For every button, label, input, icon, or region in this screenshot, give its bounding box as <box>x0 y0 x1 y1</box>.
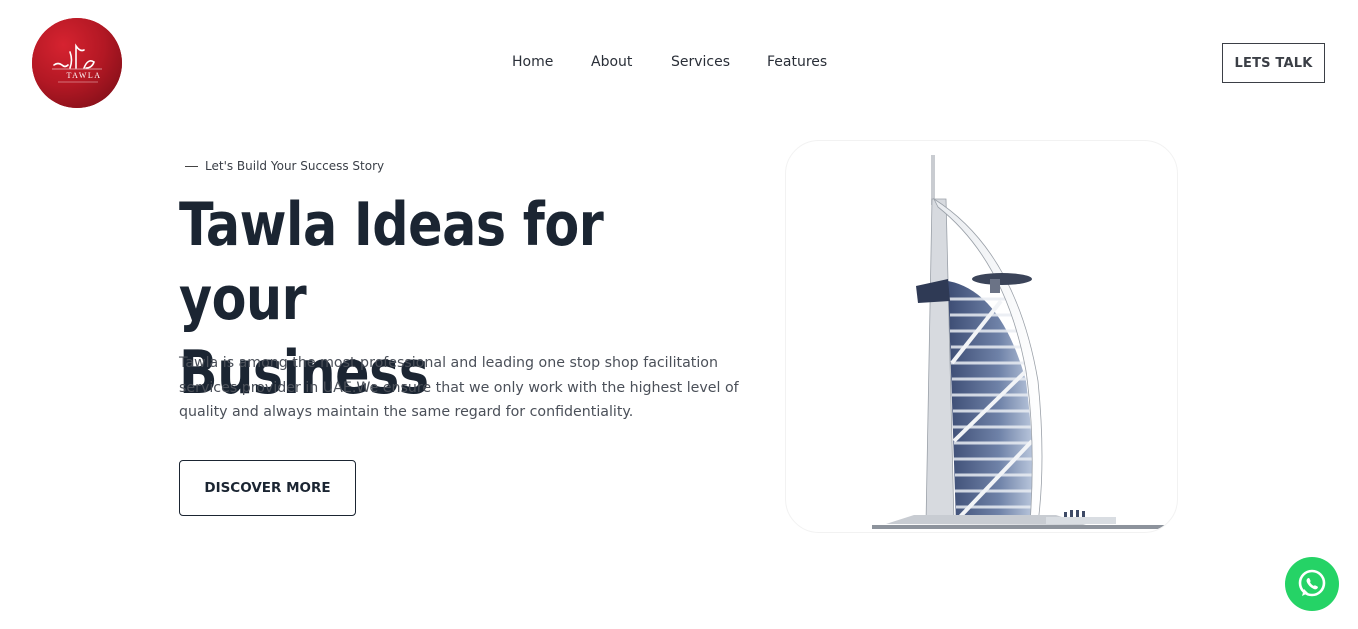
nav-home[interactable]: Home <box>512 52 591 72</box>
hero-description: Tawla is among the most professional and… <box>179 355 739 420</box>
logo-brand-text: TAWLA <box>66 71 102 80</box>
brand-logo[interactable]: TAWLA <box>32 18 122 108</box>
discover-more-button[interactable]: DISCOVER MORE <box>179 460 356 516</box>
burj-al-arab-illustration <box>872 155 1172 529</box>
tagline-dash <box>185 165 198 167</box>
main-nav: Home About Services Features <box>512 52 847 72</box>
whatsapp-icon <box>1298 569 1326 597</box>
hero-image <box>785 140 1178 533</box>
nav-about[interactable]: About <box>591 52 671 72</box>
lets-talk-button[interactable]: LETS TALK <box>1222 43 1325 83</box>
hero-title-line1: Tawla Ideas for your <box>179 190 604 334</box>
whatsapp-button[interactable] <box>1285 557 1339 611</box>
hero-tagline: Let's Build Your Success Story <box>185 159 384 173</box>
nav-features[interactable]: Features <box>767 52 847 72</box>
nav-services[interactable]: Services <box>671 52 767 72</box>
tagline-text: Let's Build Your Success Story <box>205 159 385 173</box>
logo-mark <box>32 18 122 108</box>
